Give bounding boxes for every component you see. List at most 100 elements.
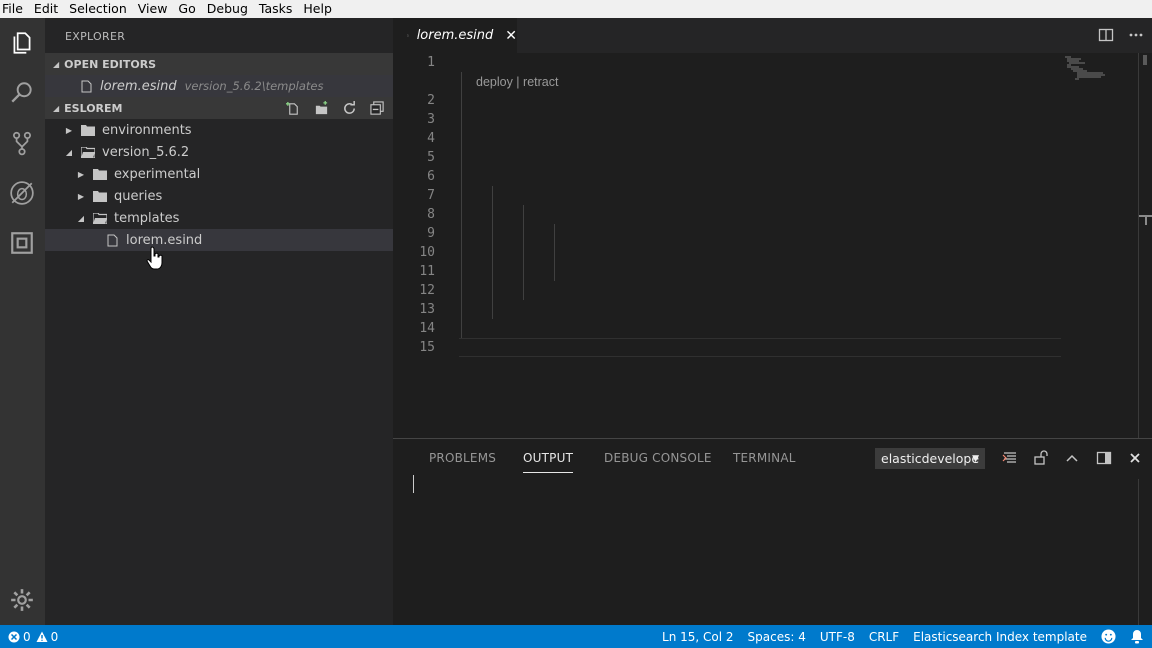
settings-gear-icon[interactable]	[7, 585, 37, 615]
file-icon	[107, 234, 118, 246]
folder-icon	[81, 124, 95, 136]
language-mode[interactable]: Elasticsearch Index template	[913, 630, 1087, 644]
folder-open-icon	[93, 212, 107, 224]
tab-terminal[interactable]: TERMINAL	[733, 451, 796, 465]
workspace-header[interactable]: ◢ ESLOREM	[45, 97, 393, 119]
menu-go[interactable]: Go	[176, 0, 201, 18]
editor-scrollbar[interactable]	[1138, 53, 1152, 438]
open-editor-filename: lorem.esind	[100, 78, 177, 94]
editor-tab-lorem[interactable]: lorem.esind ✕	[393, 18, 517, 53]
toggle-panel-position-icon[interactable]	[1095, 449, 1113, 467]
new-file-icon[interactable]	[285, 100, 301, 116]
error-icon	[8, 631, 20, 643]
explorer-sidebar: EXPLORER ◢ OPEN EDITORS lorem.esind vers…	[45, 18, 393, 625]
extensions-icon[interactable]	[7, 228, 37, 258]
activity-bar	[0, 18, 45, 625]
close-panel-icon[interactable]	[1126, 449, 1144, 467]
output-channel-select[interactable]: elasticdevelope ▼	[875, 448, 985, 469]
menu-selection[interactable]: Selection	[67, 0, 133, 18]
minimap[interactable]	[1063, 55, 1108, 83]
problems-indicator[interactable]: 0 0	[8, 625, 58, 648]
line-number: 5	[427, 150, 435, 165]
panel-scrollbar[interactable]	[1138, 479, 1152, 625]
tree-item-queries[interactable]: ▶ queries	[45, 185, 393, 207]
tree-label: environments	[102, 122, 192, 138]
search-icon[interactable]	[7, 78, 37, 108]
refresh-icon[interactable]	[341, 100, 357, 116]
menu-debug[interactable]: Debug	[205, 0, 254, 18]
line-number: 6	[427, 169, 435, 184]
tab-output[interactable]: OUTPUT	[523, 451, 574, 473]
tree-item-version[interactable]: ◢ version_5.6.2	[45, 141, 393, 163]
file-icon	[407, 34, 409, 37]
tree-label: version_5.6.2	[102, 144, 190, 160]
chevron-down-icon: ◢	[53, 103, 60, 113]
collapse-all-icon[interactable]	[369, 100, 385, 116]
line-number: 14	[419, 321, 435, 336]
clear-output-icon[interactable]	[1001, 449, 1019, 467]
workspace-label: ESLOREM	[64, 101, 123, 115]
new-folder-icon[interactable]	[313, 100, 329, 116]
explorer-title: EXPLORER	[65, 30, 126, 43]
chevron-down-icon: ◢	[53, 59, 60, 69]
line-number: 1	[427, 55, 435, 70]
tree-item-lorem-file[interactable]: lorem.esind	[45, 229, 393, 251]
chevron-right-icon: ▶	[65, 125, 73, 135]
indentation[interactable]: Spaces: 4	[748, 630, 806, 644]
tree-item-templates[interactable]: ◢ templates	[45, 207, 393, 229]
tree-item-environments[interactable]: ▶ environments	[45, 119, 393, 141]
menu-file[interactable]: File	[0, 0, 29, 18]
folder-open-icon	[81, 146, 95, 158]
line-number: 4	[427, 131, 435, 146]
chevron-right-icon: ▶	[77, 169, 85, 179]
more-actions-icon[interactable]	[1128, 27, 1144, 47]
code-editor[interactable]: 1 2 3 4 5 6 7 8 9 10 11 12 13 14 15 depl…	[393, 53, 1152, 438]
tree-item-experimental[interactable]: ▶ experimental	[45, 163, 393, 185]
chevron-right-icon: ▶	[77, 191, 85, 201]
maximize-panel-icon[interactable]	[1063, 449, 1081, 467]
tree-label: templates	[114, 210, 180, 226]
open-editors-label: OPEN EDITORS	[64, 57, 157, 71]
output-channel-value: elasticdevelope	[881, 451, 980, 466]
tab-problems[interactable]: PROBLEMS	[429, 451, 496, 465]
line-number: 12	[419, 283, 435, 298]
explorer-icon[interactable]	[7, 28, 37, 58]
line-number: 7	[427, 188, 435, 203]
tab-debug-console[interactable]: DEBUG CONSOLE	[604, 451, 712, 465]
codelens-actions[interactable]: deploy | retract	[476, 75, 558, 89]
line-number: 10	[419, 245, 435, 260]
open-editor-path: version_5.6.2\templates	[184, 79, 324, 93]
folder-icon	[93, 168, 107, 180]
tree-label: lorem.esind	[126, 232, 203, 248]
menu-help[interactable]: Help	[301, 0, 338, 18]
line-number: 13	[419, 302, 435, 317]
open-editors-header[interactable]: ◢ OPEN EDITORS	[45, 53, 393, 75]
end-of-line[interactable]: CRLF	[869, 630, 899, 644]
menu-view[interactable]: View	[136, 0, 174, 18]
status-bar: 0 0 Ln 15, Col 2 Spaces: 4 UTF-8 CRLF El…	[0, 625, 1152, 648]
tree-label: experimental	[114, 166, 201, 182]
open-editor-item[interactable]: lorem.esind version_5.6.2\templates	[45, 75, 393, 97]
line-number: 3	[427, 112, 435, 127]
line-number: 11	[419, 264, 435, 279]
menu-edit[interactable]: Edit	[32, 0, 64, 18]
debug-icon[interactable]	[7, 178, 37, 208]
output-text-cursor	[413, 475, 414, 493]
menu-bar: File Edit Selection View Go Debug Tasks …	[0, 0, 1152, 18]
hand-cursor-icon	[146, 246, 163, 270]
chevron-down-icon: ◢	[77, 213, 85, 223]
line-number: 15	[419, 340, 435, 355]
line-number: 9	[427, 226, 435, 241]
lock-scroll-icon[interactable]	[1032, 449, 1050, 467]
close-icon[interactable]: ✕	[505, 28, 517, 44]
split-editor-icon[interactable]	[1098, 27, 1114, 47]
notifications-bell-icon[interactable]	[1130, 629, 1144, 644]
feedback-smiley-icon[interactable]	[1101, 629, 1116, 644]
file-encoding[interactable]: UTF-8	[820, 630, 855, 644]
tab-label: lorem.esind	[416, 28, 494, 43]
menu-tasks[interactable]: Tasks	[257, 0, 299, 18]
cursor-position[interactable]: Ln 15, Col 2	[662, 630, 734, 644]
source-control-icon[interactable]	[7, 128, 37, 158]
current-line-highlight	[459, 338, 1061, 357]
error-count: 0	[23, 629, 31, 644]
